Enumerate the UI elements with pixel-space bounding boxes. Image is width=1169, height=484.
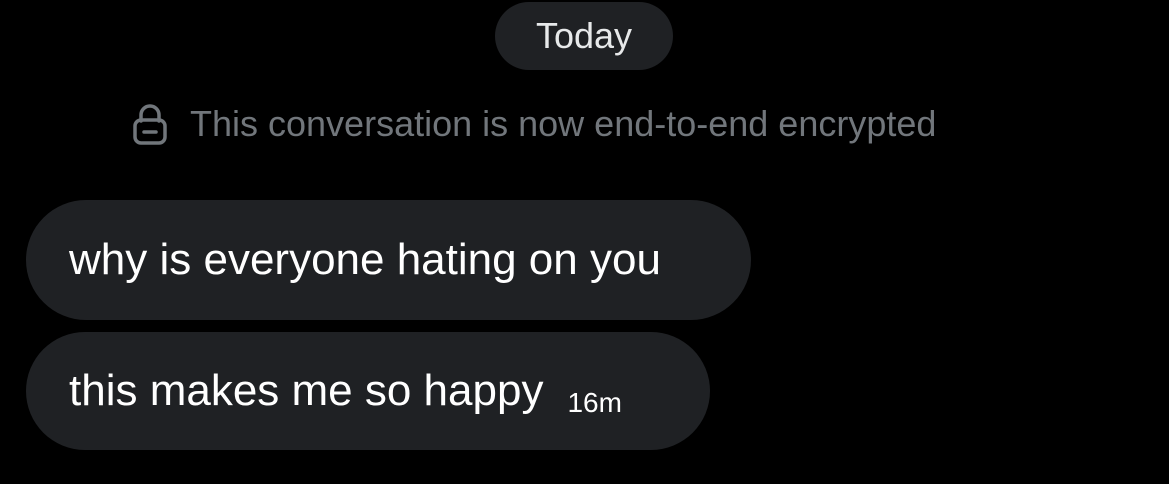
message-timestamp: 16m — [567, 387, 622, 418]
encryption-notice-text: This conversation is now end-to-end encr… — [190, 103, 937, 144]
date-separator-label: Today — [535, 15, 633, 56]
conversation-view: Today This conversation is now end-to-en… — [0, 0, 1169, 484]
message-bubble[interactable]: this makes me so happy 16m — [26, 332, 710, 450]
date-separator: Today — [495, 2, 673, 70]
message-text: why is everyone hating on you — [69, 235, 661, 284]
message-text: this makes me so happy — [69, 366, 544, 415]
lock-icon — [132, 102, 168, 146]
message-bubble[interactable]: why is everyone hating on you — [26, 200, 751, 320]
encryption-notice: This conversation is now end-to-end encr… — [132, 98, 936, 150]
